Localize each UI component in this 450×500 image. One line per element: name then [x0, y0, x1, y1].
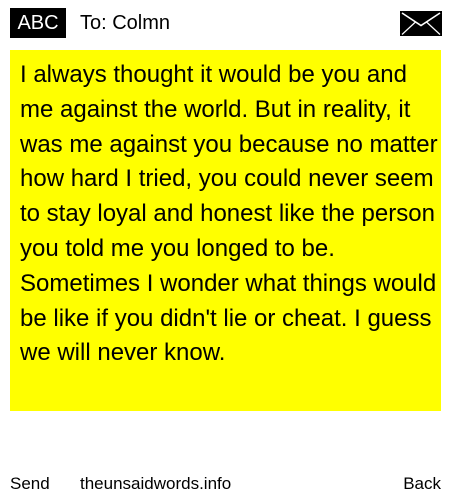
- message-header: ABC To: Colmn: [0, 0, 450, 44]
- site-label: theunsaidwords.info: [80, 474, 232, 493]
- recipient-field[interactable]: To: Colmn: [80, 8, 170, 38]
- softkey-bar: Send theunsaidwords.info Back: [0, 470, 450, 500]
- send-button[interactable]: Send: [10, 470, 50, 498]
- input-mode-badge: ABC: [10, 8, 66, 38]
- message-text[interactable]: I always thought it would be you and me …: [20, 58, 440, 371]
- envelope-icon: [400, 11, 442, 36]
- back-button[interactable]: Back: [403, 470, 441, 498]
